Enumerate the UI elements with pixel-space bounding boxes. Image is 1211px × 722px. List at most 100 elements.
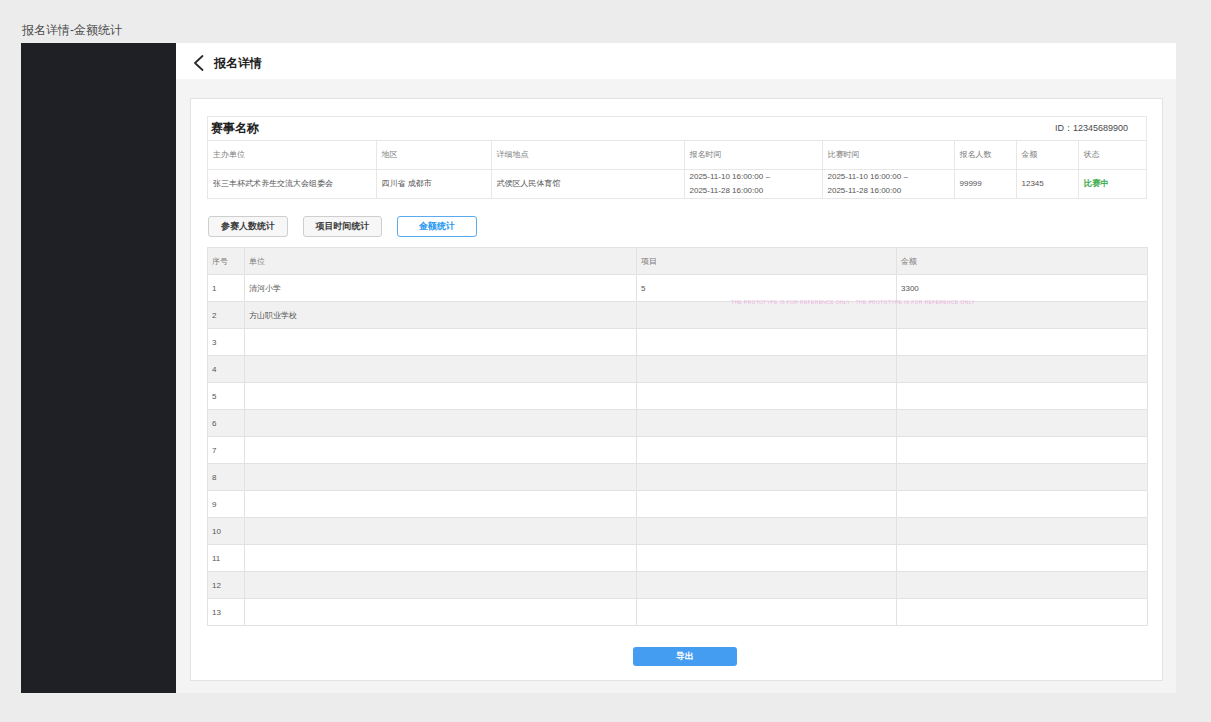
stats-cell-unit [245, 383, 637, 410]
cell-amount: 12345 [1016, 169, 1078, 198]
col-match-time: 比赛时间 [822, 141, 954, 169]
cell-region: 四川省 成都市 [376, 169, 491, 198]
stats-cell-project [637, 329, 897, 356]
event-info-table: 主办单位 地区 详细地点 报名时间 比赛时间 报名人数 金额 状态 张三丰杯武术 [208, 141, 1146, 198]
stats-cell-no: 8 [208, 464, 245, 491]
cell-address: 武侯区人民体育馆 [491, 169, 684, 198]
stat-tabs: 参赛人数统计 项目时间统计 金额统计 [208, 216, 477, 237]
stats-cell-unit [245, 410, 637, 437]
stats-cell-project [637, 491, 897, 518]
stats-cell-project [637, 545, 897, 572]
stats-cell-no: 3 [208, 329, 245, 356]
stats-cell-unit [245, 464, 637, 491]
event-id: ID：12345689900 [1055, 122, 1146, 135]
stats-row-10: 10 [208, 518, 1148, 545]
page-title: 报名详情-金额统计 [22, 24, 122, 37]
tab-participant-count[interactable]: 参赛人数统计 [208, 216, 288, 237]
col-address: 详细地点 [491, 141, 684, 169]
tab-project-time[interactable]: 项目时间统计 [303, 216, 382, 237]
stats-cell-project [637, 410, 897, 437]
stats-cell-unit: 清河小学 [245, 275, 637, 302]
stats-row-11: 11 [208, 545, 1148, 572]
stats-cell-unit [245, 437, 637, 464]
event-info-header-row: 主办单位 地区 详细地点 报名时间 比赛时间 报名人数 金额 状态 [208, 141, 1146, 169]
stats-row-2: 2方山职业学校 [208, 302, 1148, 329]
stats-header-row: 序号 单位 项目 金额 [208, 248, 1148, 275]
main-area: 报名详情 赛事名称 ID：12345689900 主办单位 地区 [176, 43, 1176, 693]
stats-cell-no: 5 [208, 383, 245, 410]
col-money: 金额 [897, 248, 1148, 275]
col-region: 地区 [376, 141, 491, 169]
stats-cell-no: 13 [208, 599, 245, 626]
cell-match-time: 2025-11-10 16:00:00 –2025-11-28 16:00:00 [822, 169, 954, 198]
stats-cell-amount [897, 302, 1148, 329]
stats-row-4: 4 [208, 356, 1148, 383]
stats-cell-amount: 3300 [897, 275, 1148, 302]
col-no: 序号 [208, 248, 245, 275]
content-card: 赛事名称 ID：12345689900 主办单位 地区 详细地点 报名时间 [190, 98, 1163, 681]
tab-amount[interactable]: 金额统计 [397, 216, 477, 237]
stats-cell-amount [897, 545, 1148, 572]
col-signup-count: 报名人数 [954, 141, 1016, 169]
stats-row-5: 5 [208, 383, 1148, 410]
event-info-data-row: 张三丰杯武术养生交流大会组委会 四川省 成都市 武侯区人民体育馆 2025-11… [208, 169, 1146, 198]
stats-cell-no: 4 [208, 356, 245, 383]
stats-cell-amount [897, 329, 1148, 356]
stats-row-8: 8 [208, 464, 1148, 491]
stats-cell-no: 12 [208, 572, 245, 599]
stats-row-13: 13 [208, 599, 1148, 626]
event-info-section: 赛事名称 ID：12345689900 主办单位 地区 详细地点 报名时间 [207, 116, 1147, 199]
stats-row-7: 7 [208, 437, 1148, 464]
stats-cell-no: 6 [208, 410, 245, 437]
cell-signup-time: 2025-11-10 16:00:00 –2025-11-28 16:00:00 [684, 169, 822, 198]
cell-signup-count: 99999 [954, 169, 1016, 198]
export-button[interactable]: 导出 [633, 647, 737, 666]
stats-cell-project [637, 572, 897, 599]
stats-cell-no: 11 [208, 545, 245, 572]
stats-cell-unit [245, 545, 637, 572]
watermark-annotation: THE PROTOTYPE IS FOR REFERENCE ONLY - TH… [731, 299, 981, 305]
stats-cell-project [637, 518, 897, 545]
stats-row-9: 9 [208, 491, 1148, 518]
col-amount: 金额 [1016, 141, 1078, 169]
stats-cell-unit [245, 572, 637, 599]
stats-cell-no: 1 [208, 275, 245, 302]
sidebar [21, 43, 176, 693]
stats-cell-amount [897, 599, 1148, 626]
stats-cell-project: 5 [637, 275, 897, 302]
stats-cell-unit [245, 356, 637, 383]
stats-cell-amount [897, 572, 1148, 599]
stats-row-1: 1清河小学53300 [208, 275, 1148, 302]
stats-cell-project [637, 464, 897, 491]
stats-cell-amount [897, 437, 1148, 464]
col-signup-time: 报名时间 [684, 141, 822, 169]
stats-cell-amount [897, 356, 1148, 383]
back-icon[interactable] [193, 55, 204, 71]
topbar: 报名详情 [176, 43, 1176, 79]
stats-cell-no: 7 [208, 437, 245, 464]
stats-row-3: 3 [208, 329, 1148, 356]
col-project: 项目 [637, 248, 897, 275]
cell-organizer: 张三丰杯武术养生交流大会组委会 [208, 169, 376, 198]
app-screen: 报名详情 赛事名称 ID：12345689900 主办单位 地区 [21, 43, 1176, 693]
col-organizer: 主办单位 [208, 141, 376, 169]
stats-cell-unit [245, 518, 637, 545]
stats-cell-project [637, 302, 897, 329]
stats-cell-unit [245, 599, 637, 626]
col-unit: 单位 [245, 248, 637, 275]
col-status: 状态 [1078, 141, 1146, 169]
event-section-title: 赛事名称 [208, 120, 259, 137]
event-section-header: 赛事名称 ID：12345689900 [208, 117, 1146, 141]
stats-cell-unit: 方山职业学校 [245, 302, 637, 329]
status-badge: 比赛中 [1078, 169, 1146, 198]
stats-row-6: 6 [208, 410, 1148, 437]
stats-row-12: 12 [208, 572, 1148, 599]
stats-cell-unit [245, 329, 637, 356]
stats-cell-amount [897, 383, 1148, 410]
stats-cell-no: 2 [208, 302, 245, 329]
stats-cell-project [637, 383, 897, 410]
stats-cell-project [637, 356, 897, 383]
stats-cell-amount [897, 410, 1148, 437]
stats-cell-unit [245, 491, 637, 518]
stats-cell-amount [897, 491, 1148, 518]
